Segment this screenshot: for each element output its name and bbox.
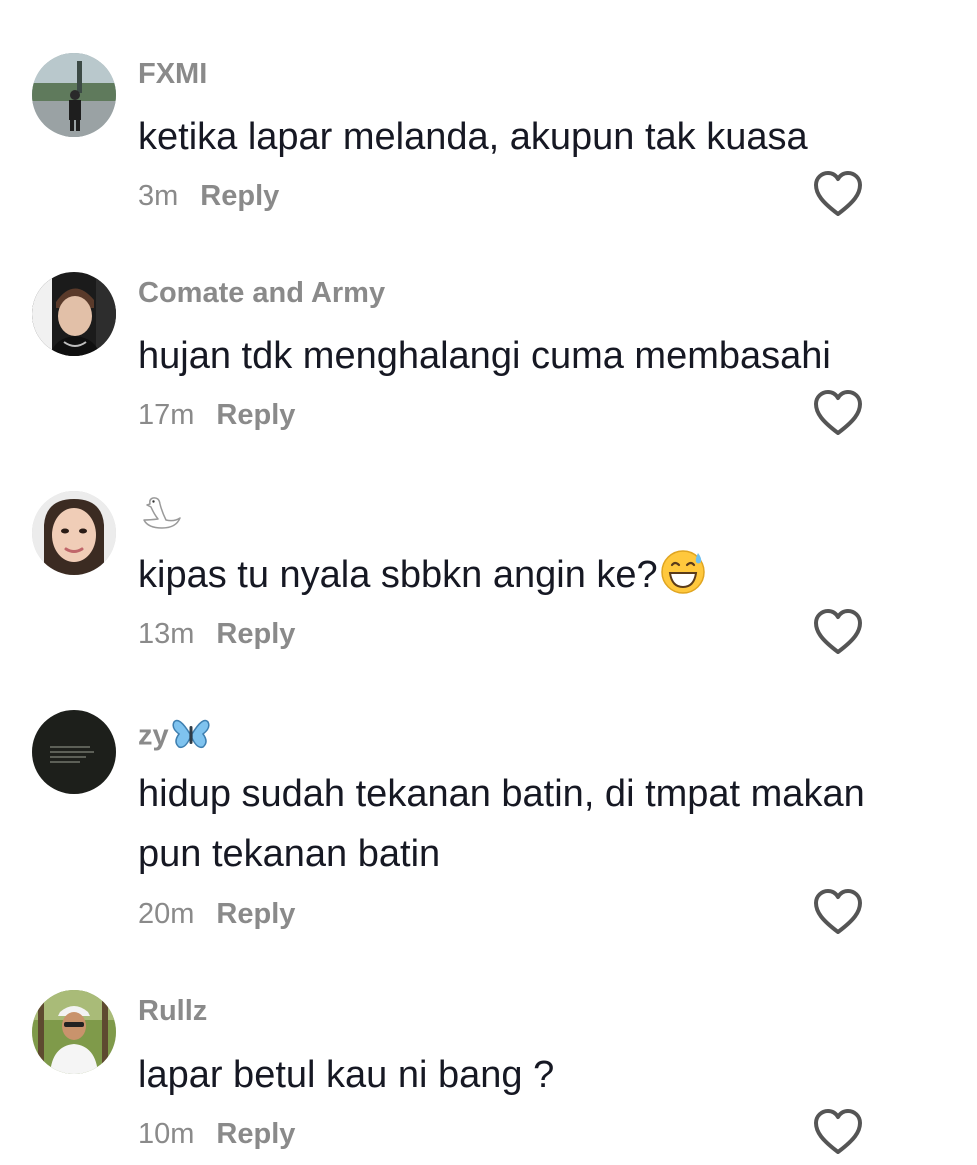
like-button[interactable]: [812, 170, 864, 218]
avatar[interactable]: [32, 990, 116, 1074]
reply-button[interactable]: Reply: [200, 180, 279, 212]
like-button[interactable]: [812, 1108, 864, 1156]
like-button[interactable]: [812, 389, 864, 437]
comment-text: kipas tu nyala sbbkn angin ke?: [138, 545, 928, 613]
heart-outline-icon: [814, 889, 862, 934]
heart-outline-icon: [814, 1109, 862, 1154]
username[interactable]: [138, 494, 182, 538]
avatar-photo-icon: [32, 53, 116, 137]
reply-button[interactable]: Reply: [216, 399, 295, 431]
avatar-photo-icon: [32, 990, 116, 1074]
comment-meta: 17m Reply: [138, 401, 295, 430]
comment-time: 20m: [138, 898, 195, 930]
comment-text: ketika lapar melanda, akupun tak kuasa: [138, 116, 808, 158]
butterfly-emoji: [171, 716, 211, 758]
comment-time: 17m: [138, 399, 195, 431]
like-button[interactable]: [812, 608, 864, 656]
comment-meta: 10m Reply: [138, 1120, 295, 1149]
username[interactable]: FXMI: [138, 60, 207, 89]
username[interactable]: zy: [138, 716, 211, 758]
reply-button[interactable]: Reply: [216, 1118, 295, 1150]
avatar-photo-icon: [32, 491, 116, 575]
avatar[interactable]: [32, 272, 116, 356]
comment-time: 13m: [138, 618, 195, 650]
heart-outline-icon: [814, 171, 862, 216]
comment-text: hujan tdk menghalangi cuma membasahi: [138, 335, 831, 377]
comment-text: lapar betul kau ni bang ?: [138, 1054, 555, 1096]
username[interactable]: Rullz: [138, 997, 207, 1026]
avatar-photo-icon: [32, 710, 116, 794]
comment-meta: 20m Reply: [138, 900, 295, 929]
comment-meta: 13m Reply: [138, 620, 295, 649]
grinning-sweat-emoji: [660, 549, 706, 613]
heart-outline-icon: [814, 390, 862, 435]
avatar[interactable]: [32, 53, 116, 137]
comment-text: hidup sudah tekanan batin, di tmpat maka…: [138, 773, 865, 875]
reply-button[interactable]: Reply: [216, 618, 295, 650]
heart-outline-icon: [814, 609, 862, 654]
avatar[interactable]: [32, 710, 116, 794]
username[interactable]: Comate and Army: [138, 279, 385, 308]
reply-button[interactable]: Reply: [216, 898, 295, 930]
comment-time: 10m: [138, 1118, 195, 1150]
avatar[interactable]: [32, 491, 116, 575]
comment-meta: 3m Reply: [138, 182, 279, 211]
swan-emoji: [140, 494, 182, 538]
avatar-photo-icon: [32, 272, 116, 356]
like-button[interactable]: [812, 888, 864, 936]
comment-time: 3m: [138, 180, 179, 212]
